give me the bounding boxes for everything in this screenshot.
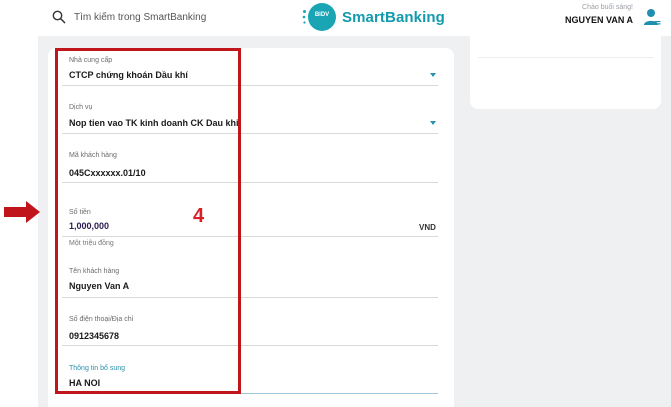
search-input[interactable]: Tìm kiếm trong SmartBanking [74,12,206,23]
search-bar[interactable]: Tìm kiếm trong SmartBanking [52,8,206,26]
top-header: Tìm kiếm trong SmartBanking BIDV SmartBa… [0,0,671,36]
user-profile-icon[interactable] [643,7,661,27]
highlight-box [55,48,241,394]
chevron-down-icon[interactable] [430,73,436,77]
search-icon [52,10,66,24]
side-panel-divider [478,57,654,58]
user-name: NGUYEN VAN A [564,15,633,25]
step-number: 4 [193,205,205,227]
brand-logo[interactable]: BIDV SmartBanking [302,3,445,31]
logo-dots-icon [302,10,306,24]
logo-badge: BIDV [302,3,336,31]
currency-label: VND [419,223,436,232]
logo-badge-text: BIDV [314,12,330,18]
logo-text: SmartBanking [342,8,445,26]
greeting-text: Chào buổi sáng! [582,4,633,11]
pointer-arrow-icon [4,201,40,223]
chevron-down-icon[interactable] [430,121,436,125]
side-panel [470,36,661,109]
